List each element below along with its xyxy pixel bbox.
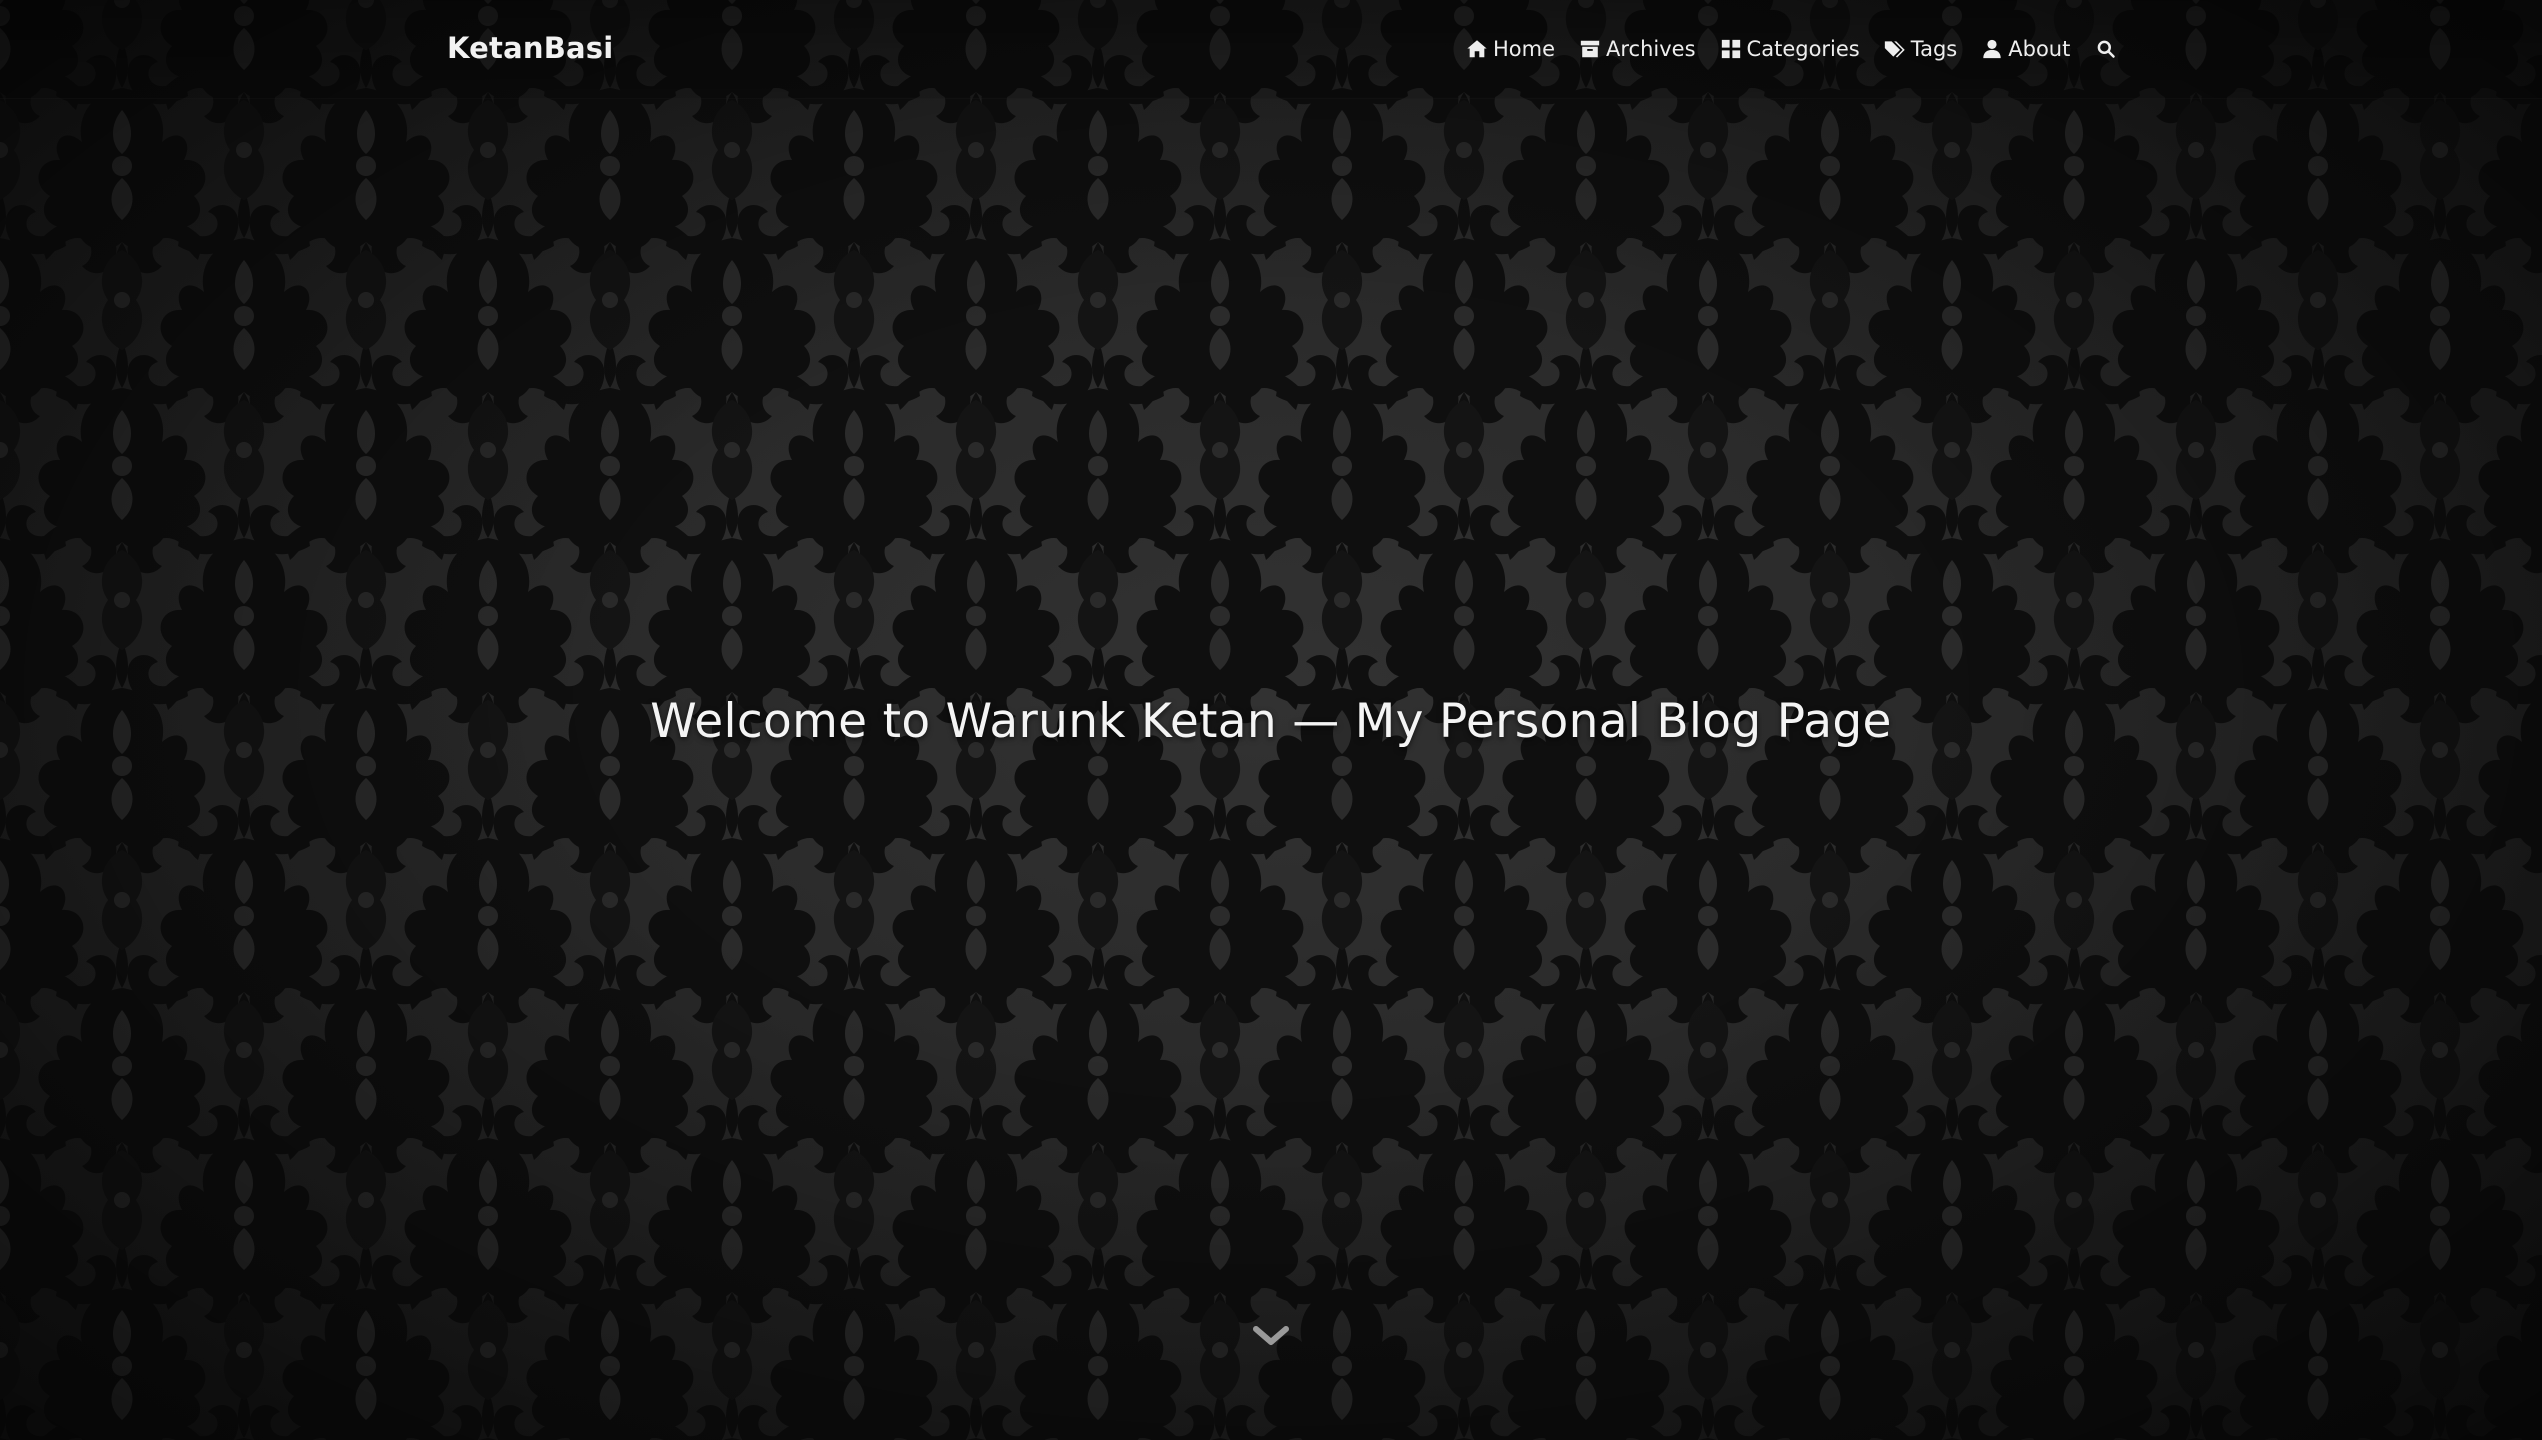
navbar: KetanBasi Home Archives Categories Tags … — [0, 0, 2542, 99]
archive-icon — [1580, 40, 1600, 58]
home-icon — [1467, 40, 1487, 58]
nav-menu: Home Archives Categories Tags About — [1466, 30, 2116, 68]
hero-section: KetanBasi Home Archives Categories Tags … — [0, 0, 2542, 1440]
nav-item-label: Categories — [1746, 37, 1860, 61]
chevron-down-icon — [1253, 1326, 1289, 1345]
search-button[interactable] — [2096, 39, 2116, 59]
nav-item-home[interactable]: Home — [1466, 30, 1555, 68]
user-icon — [1983, 39, 2001, 59]
site-brand[interactable]: KetanBasi — [447, 28, 613, 68]
nav-item-categories[interactable]: Categories — [1720, 30, 1860, 68]
categories-icon — [1721, 39, 1740, 59]
scroll-down-button[interactable] — [1253, 1322, 1289, 1350]
tags-icon — [1884, 41, 1905, 58]
nav-item-about[interactable]: About — [1981, 30, 2070, 68]
search-icon — [2098, 40, 2116, 58]
nav-item-tags[interactable]: Tags — [1884, 30, 1958, 68]
nav-item-label: Home — [1493, 37, 1556, 61]
hero-title: Welcome to Warunk Ketan — My Personal Bl… — [650, 694, 1892, 749]
nav-item-label: Archives — [1606, 37, 1696, 61]
nav-item-label: About — [2008, 37, 2071, 61]
nav-item-label: Tags — [1910, 37, 1958, 61]
nav-item-archives[interactable]: Archives — [1579, 30, 1696, 68]
